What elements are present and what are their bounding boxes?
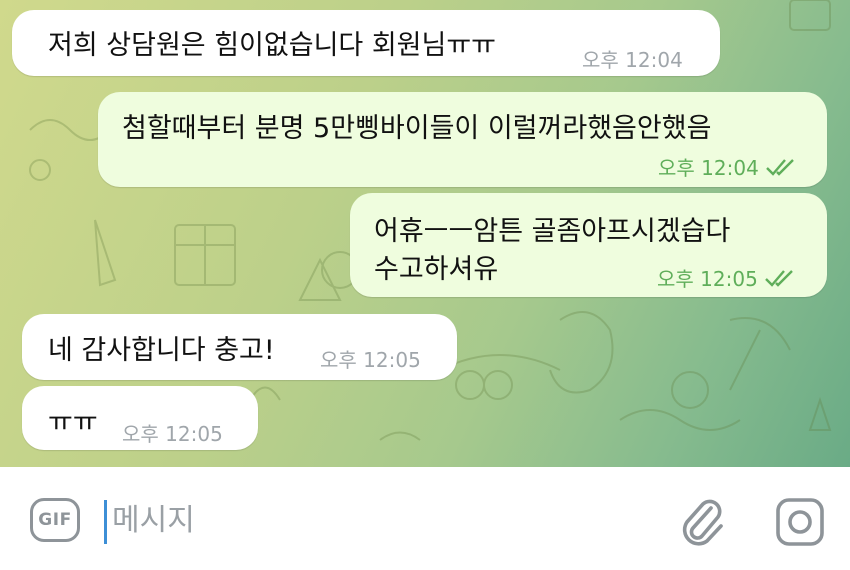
message-text: 첨할때부터 분명 5만삥바이들이 이럴꺼라했음안했음 [122, 113, 712, 144]
double-check-icon [764, 269, 793, 287]
message-text-line: 어휴ㅡㅡ암튼 골좀아프시겠습다 [374, 216, 731, 247]
message-text: 네 감사합니다 충고! [48, 335, 275, 366]
message-timestamp: 오후 12:05 [320, 348, 421, 372]
double-check-icon [765, 158, 794, 176]
message-timestamp: 오후 12:05 [122, 422, 223, 446]
message-timestamp: 오후 12:04 [582, 48, 683, 72]
text-caret [104, 500, 107, 544]
message-text: 저희 상담원은 힘이없습니다 회원님ㅠㅠ [48, 30, 497, 61]
message-input[interactable] [112, 496, 652, 544]
message-bubble-outgoing[interactable]: 첨할때부터 분명 5만삥바이들이 이럴꺼라했음안했음 오후 12:04 [98, 92, 827, 187]
message-bubble-outgoing[interactable]: 어휴ㅡㅡ암튼 골좀아프시겠습다 수고하셔유 오후 12:05 [350, 193, 827, 297]
camera-icon[interactable] [775, 497, 825, 547]
message-bubble-incoming[interactable]: 네 감사합니다 충고! 오후 12:05 [22, 314, 457, 380]
gif-icon[interactable]: GIF [30, 498, 80, 542]
gif-label: GIF [38, 510, 72, 530]
message-bubble-incoming[interactable]: ㅠㅠ 오후 12:05 [22, 386, 258, 450]
paperclip-icon[interactable] [678, 494, 728, 548]
message-text-line: 수고하셔유 [374, 254, 499, 285]
message-text: ㅠㅠ [48, 407, 98, 438]
message-timestamp: 오후 12:04 [658, 152, 799, 181]
chat-area[interactable]: 저희 상담원은 힘이없습니다 회원님ㅠㅠ 오후 12:04 첨할때부터 분명 5… [0, 0, 850, 467]
message-bubble-incoming[interactable]: 저희 상담원은 힘이없습니다 회원님ㅠㅠ 오후 12:04 [12, 10, 720, 76]
message-timestamp: 오후 12:05 [657, 263, 798, 292]
